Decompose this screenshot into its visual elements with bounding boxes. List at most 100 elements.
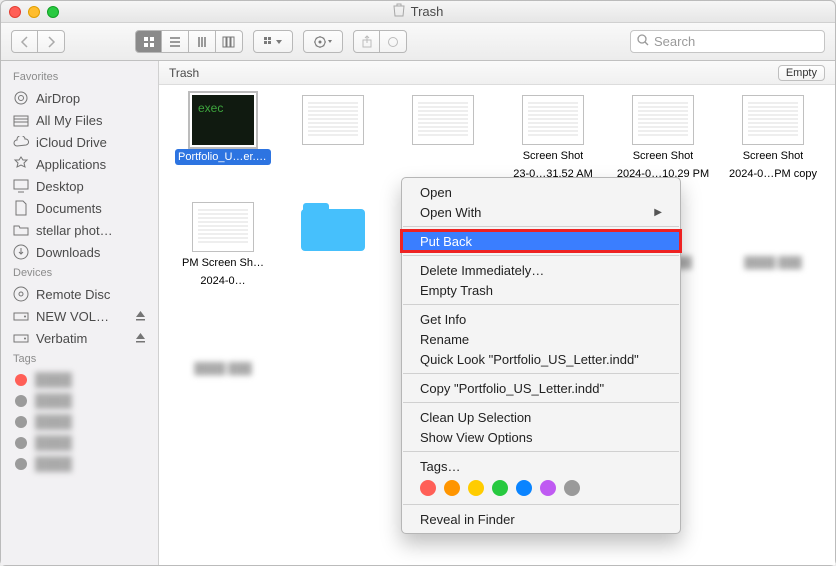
- tag-color-dot[interactable]: [564, 480, 580, 496]
- empty-trash-button[interactable]: Empty: [778, 65, 825, 81]
- context-menu-item[interactable]: Rename: [402, 329, 680, 349]
- sidebar-item[interactable]: Remote Disc: [1, 283, 158, 305]
- sidebar-item[interactable]: Applications: [1, 153, 158, 175]
- tag-color-dot[interactable]: [492, 480, 508, 496]
- share-button[interactable]: [353, 30, 380, 53]
- file-item[interactable]: Screen Shot2024-0…10.29 PM: [615, 95, 711, 182]
- gallery-view-button[interactable]: [216, 30, 243, 53]
- menu-item-label: Copy "Portfolio_US_Letter.indd": [420, 381, 604, 396]
- file-thumbnail: [302, 95, 364, 145]
- sidebar-item[interactable]: iCloud Drive: [1, 131, 158, 153]
- column-view-button[interactable]: [189, 30, 216, 53]
- action-menu-button[interactable]: [303, 30, 343, 53]
- file-item[interactable]: Screen Shot2024-0…PM copy: [725, 95, 821, 182]
- close-window-button[interactable]: [9, 6, 21, 18]
- eject-icon[interactable]: [135, 309, 146, 324]
- tag-color-dot[interactable]: [444, 480, 460, 496]
- sidebar-tag[interactable]: ████: [1, 411, 158, 432]
- context-menu-item[interactable]: Empty Trash: [402, 280, 680, 300]
- tag-color-dot[interactable]: [516, 480, 532, 496]
- file-item[interactable]: PM Screen Sh… 2024-0…: [175, 202, 271, 289]
- sidebar-item[interactable]: NEW VOL…: [1, 305, 158, 327]
- submenu-arrow-icon: ▶: [654, 207, 662, 218]
- context-menu-item[interactable]: Tags…: [402, 456, 680, 476]
- desktop-icon: [13, 178, 29, 194]
- sidebar-tag[interactable]: ████: [1, 432, 158, 453]
- tag-color-dot[interactable]: [540, 480, 556, 496]
- arrange-button[interactable]: [253, 30, 293, 53]
- file-item[interactable]: [395, 95, 491, 182]
- tag-label: ████: [35, 414, 72, 429]
- icloud-icon: [13, 134, 29, 150]
- disc-icon: [13, 286, 29, 302]
- toolbar: Search: [1, 23, 835, 61]
- context-menu-item[interactable]: Get Info: [402, 309, 680, 329]
- file-thumbnail: [632, 95, 694, 145]
- sidebar-item-label: Remote Disc: [36, 287, 110, 302]
- menu-item-label: Quick Look "Portfolio_US_Letter.indd": [420, 352, 639, 367]
- file-item[interactable]: Screen Shot23-0…31.52 AM: [505, 95, 601, 182]
- folder-icon: [301, 202, 365, 252]
- sidebar-item-label: Verbatim: [36, 331, 87, 346]
- sidebar-tag[interactable]: ████: [1, 453, 158, 474]
- action-buttons: [303, 30, 343, 53]
- menu-item-label: Tags…: [420, 459, 460, 474]
- sidebar-item-label: iCloud Drive: [36, 135, 107, 150]
- minimize-window-button[interactable]: [28, 6, 40, 18]
- file-label: PM Screen Sh…: [182, 256, 264, 270]
- sidebar-heading: Tags: [1, 349, 158, 369]
- sidebar-item[interactable]: Documents: [1, 197, 158, 219]
- file-item[interactable]: [285, 202, 381, 289]
- file-item[interactable]: ████ ███: [175, 308, 271, 376]
- tags-button[interactable]: [380, 30, 407, 53]
- context-menu-item[interactable]: Clean Up Selection: [402, 407, 680, 427]
- file-item[interactable]: execPortfolio_U…er.indd: [175, 95, 271, 182]
- menu-item-label: Get Info: [420, 312, 466, 327]
- file-thumbnail: [192, 202, 254, 252]
- list-view-button[interactable]: [162, 30, 189, 53]
- nav-buttons: [11, 30, 65, 53]
- sidebar-item-label: stellar phot…: [36, 223, 113, 238]
- sidebar-item[interactable]: All My Files: [1, 109, 158, 131]
- context-menu-item[interactable]: Open: [402, 182, 680, 202]
- context-menu-item[interactable]: Copy "Portfolio_US_Letter.indd": [402, 378, 680, 398]
- icon-view-button[interactable]: [135, 30, 162, 53]
- file-label: Screen Shot: [633, 149, 694, 163]
- tag-dot-icon: [15, 395, 27, 407]
- sidebar-heading: Favorites: [1, 67, 158, 87]
- eject-icon[interactable]: [135, 331, 146, 346]
- zoom-window-button[interactable]: [47, 6, 59, 18]
- back-button[interactable]: [11, 30, 38, 53]
- documents-icon: [13, 200, 29, 216]
- context-menu-item[interactable]: Open With ▶: [402, 202, 680, 222]
- context-menu-item[interactable]: Quick Look "Portfolio_US_Letter.indd": [402, 349, 680, 369]
- sidebar-tag[interactable]: ████: [1, 369, 158, 390]
- sidebar: FavoritesAirDropAll My Files iCloud Drive…: [1, 61, 159, 565]
- menu-item-label: Show View Options: [420, 430, 533, 445]
- context-menu-item[interactable]: Delete Immediately…: [402, 260, 680, 280]
- tag-color-dot[interactable]: [420, 480, 436, 496]
- file-item[interactable]: [285, 95, 381, 182]
- sidebar-item[interactable]: Downloads: [1, 241, 158, 263]
- file-thumbnail: exec: [192, 95, 254, 145]
- sidebar-item[interactable]: stellar phot…: [1, 219, 158, 241]
- search-icon: [637, 34, 649, 49]
- sidebar-item[interactable]: AirDrop: [1, 87, 158, 109]
- file-label: Screen Shot: [743, 149, 804, 163]
- menu-item-label: Open With: [420, 205, 481, 220]
- share-buttons: [353, 30, 407, 53]
- file-label-sub: 2024-0…: [200, 274, 245, 288]
- file-item[interactable]: ████ ███: [725, 202, 821, 289]
- tag-color-dot[interactable]: [468, 480, 484, 496]
- sidebar-tag[interactable]: ████: [1, 390, 158, 411]
- window-controls: [9, 6, 59, 18]
- tag-dot-icon: [15, 416, 27, 428]
- forward-button[interactable]: [38, 30, 65, 53]
- sidebar-item[interactable]: Desktop: [1, 175, 158, 197]
- search-field[interactable]: Search: [630, 30, 825, 53]
- context-menu-item[interactable]: Put Back: [402, 231, 680, 251]
- context-menu-item[interactable]: Show View Options: [402, 427, 680, 447]
- context-menu-item[interactable]: Reveal in Finder: [402, 509, 680, 529]
- file-label: ████ ███: [194, 362, 252, 376]
- sidebar-item[interactable]: Verbatim: [1, 327, 158, 349]
